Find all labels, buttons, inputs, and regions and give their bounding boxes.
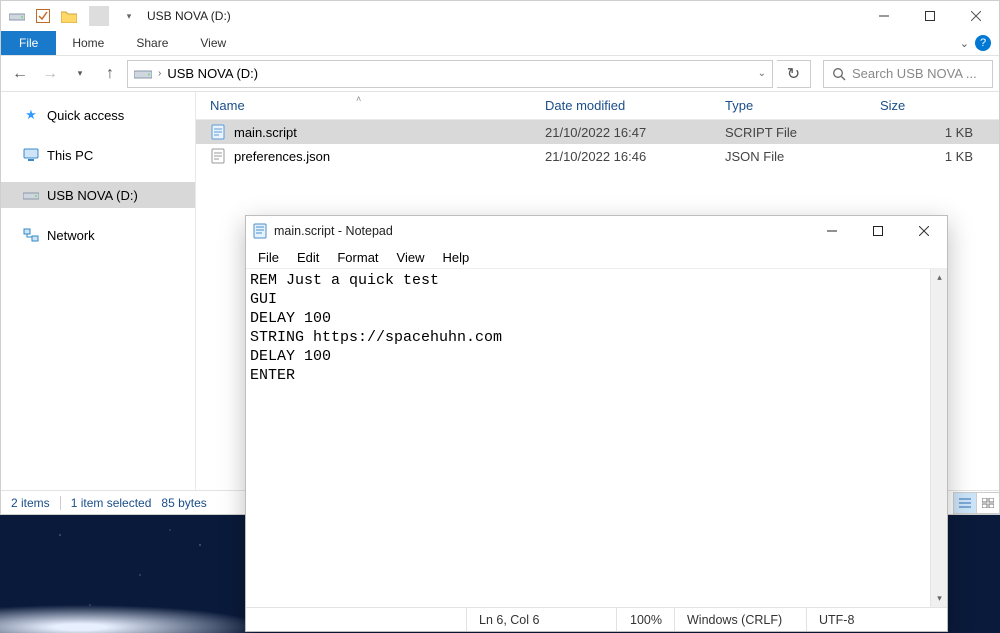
nav-up-button[interactable]: ↑: [97, 61, 123, 87]
sidebar-item-label: USB NOVA (D:): [47, 188, 138, 203]
explorer-maximize-button[interactable]: [907, 1, 953, 31]
scroll-down-icon[interactable]: ▾: [931, 590, 948, 607]
notepad-titlebar[interactable]: main.script - Notepad: [246, 216, 947, 246]
status-encoding: UTF-8: [806, 608, 947, 631]
sidebar-item-label: Network: [47, 228, 95, 243]
ribbon-file-tab[interactable]: File: [1, 31, 56, 55]
explorer-sidebar: ★ Quick access This PC USB NOVA (D:): [1, 92, 196, 490]
breadcrumb[interactable]: USB NOVA (D:): [167, 66, 258, 81]
drive-icon: [134, 68, 152, 80]
star-icon: ★: [23, 107, 39, 123]
file-row[interactable]: preferences.json 21/10/2022 16:46 JSON F…: [196, 144, 999, 168]
json-file-icon: [210, 148, 226, 164]
ribbon-expand-button[interactable]: ⌄: [960, 37, 969, 50]
refresh-button[interactable]: ↻: [777, 60, 811, 88]
explorer-window-title: USB NOVA (D:): [139, 9, 231, 23]
qat-dropdown[interactable]: ▾: [119, 6, 139, 26]
search-icon: [832, 67, 846, 81]
address-bar[interactable]: › USB NOVA (D:) ⌄: [127, 60, 773, 88]
folder-icon: [59, 6, 79, 26]
notepad-app-icon: [252, 223, 268, 239]
file-size: 1 KB: [866, 125, 999, 140]
file-type: SCRIPT File: [711, 125, 866, 140]
explorer-ribbon: File Home Share View ⌄ ?: [1, 31, 999, 56]
address-dropdown[interactable]: ⌄: [758, 68, 766, 79]
ribbon-view-tab[interactable]: View: [184, 31, 242, 55]
ribbon-share-tab[interactable]: Share: [120, 31, 184, 55]
drive-icon: [7, 6, 27, 26]
sidebar-item-quick-access[interactable]: ★ Quick access: [1, 102, 195, 128]
status-item-count: 2 items: [11, 496, 50, 510]
notepad-minimize-button[interactable]: [809, 216, 855, 246]
column-type[interactable]: Type: [711, 98, 866, 113]
scroll-up-icon[interactable]: ▴: [931, 269, 948, 286]
status-selection-size: 85 bytes: [161, 496, 206, 510]
status-eol: Windows (CRLF): [674, 608, 806, 631]
column-name[interactable]: Name ˄: [196, 98, 531, 113]
sort-indicator-icon: ˄: [356, 94, 361, 104]
chevron-right-icon: ›: [158, 68, 161, 79]
notepad-close-button[interactable]: [901, 216, 947, 246]
notepad-scrollbar[interactable]: ▴ ▾: [930, 269, 947, 607]
menu-edit[interactable]: Edit: [289, 248, 327, 267]
menu-file[interactable]: File: [250, 248, 287, 267]
column-headers: Name ˄ Date modified Type Size: [196, 92, 999, 120]
column-size[interactable]: Size: [866, 98, 999, 113]
nav-recent-dropdown[interactable]: ▾: [67, 61, 93, 87]
menu-help[interactable]: Help: [434, 248, 477, 267]
notepad-statusbar: Ln 6, Col 6 100% Windows (CRLF) UTF-8: [246, 607, 947, 631]
status-caret-pos: Ln 6, Col 6: [466, 608, 616, 631]
file-name: main.script: [234, 125, 297, 140]
status-zoom: 100%: [616, 608, 674, 631]
nav-forward-button[interactable]: →: [37, 61, 63, 87]
status-selection-count: 1 item selected: [71, 496, 152, 510]
notepad-window: main.script - Notepad File Edit Format V…: [245, 215, 948, 632]
explorer-close-button[interactable]: [953, 1, 999, 31]
sidebar-item-network[interactable]: Network: [1, 222, 195, 248]
column-date[interactable]: Date modified: [531, 98, 711, 113]
menu-format[interactable]: Format: [329, 248, 386, 267]
notepad-maximize-button[interactable]: [855, 216, 901, 246]
ribbon-home-tab[interactable]: Home: [56, 31, 120, 55]
view-thumbnails-button[interactable]: [976, 492, 1000, 514]
network-icon: [23, 227, 39, 243]
help-icon[interactable]: ?: [975, 35, 991, 51]
menu-view[interactable]: View: [389, 248, 433, 267]
view-details-button[interactable]: [953, 492, 977, 514]
explorer-titlebar: ▾ USB NOVA (D:): [1, 1, 999, 31]
sidebar-item-usb-drive[interactable]: USB NOVA (D:): [1, 182, 195, 208]
file-type: JSON File: [711, 149, 866, 164]
explorer-navbar: ← → ▾ ↑ › USB NOVA (D:) ⌄ ↻ Search USB N…: [1, 56, 999, 92]
notepad-menubar: File Edit Format View Help: [246, 246, 947, 268]
file-name: preferences.json: [234, 149, 330, 164]
notepad-text-area[interactable]: REM Just a quick test GUI DELAY 100 STRI…: [246, 269, 930, 607]
nav-back-button[interactable]: ←: [7, 61, 33, 87]
sidebar-item-this-pc[interactable]: This PC: [1, 142, 195, 168]
search-box[interactable]: Search USB NOVA ...: [823, 60, 993, 88]
qat-properties-checkbox[interactable]: [33, 6, 53, 26]
explorer-minimize-button[interactable]: [861, 1, 907, 31]
drive-icon: [23, 187, 39, 203]
sidebar-item-label: Quick access: [47, 108, 124, 123]
sidebar-item-label: This PC: [47, 148, 93, 163]
script-file-icon: [210, 124, 226, 140]
pc-icon: [23, 147, 39, 163]
file-row[interactable]: main.script 21/10/2022 16:47 SCRIPT File…: [196, 120, 999, 144]
file-date: 21/10/2022 16:46: [531, 149, 711, 164]
file-date: 21/10/2022 16:47: [531, 125, 711, 140]
search-placeholder: Search USB NOVA ...: [852, 66, 977, 81]
file-size: 1 KB: [866, 149, 999, 164]
notepad-title: main.script - Notepad: [274, 224, 393, 238]
